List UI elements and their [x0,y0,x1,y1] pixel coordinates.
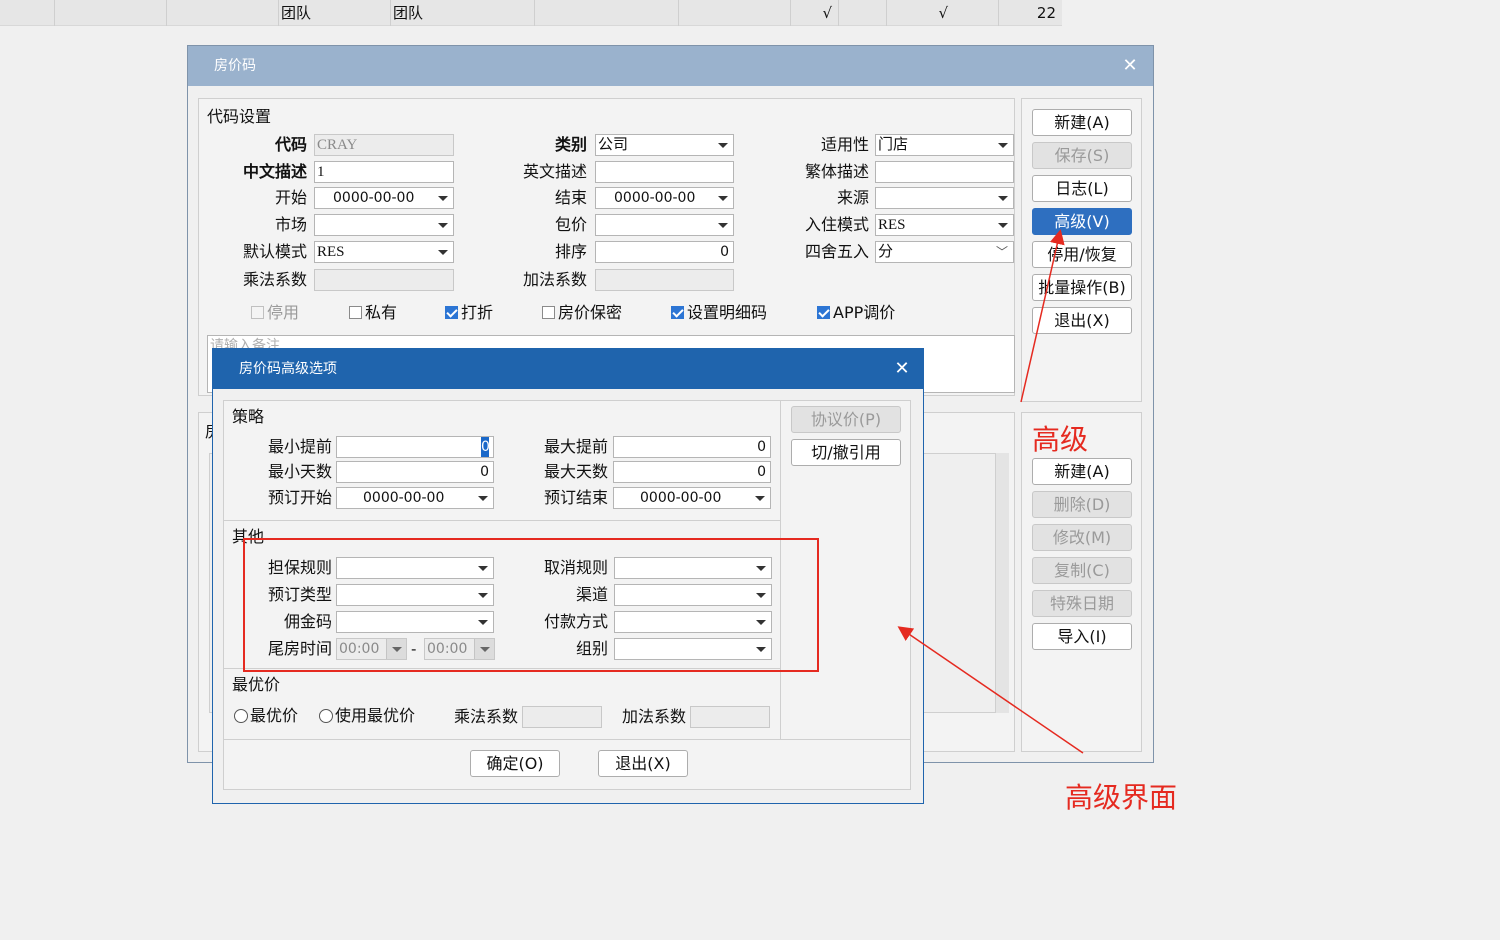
annotation-advanced: 高级 [1032,423,1089,456]
annotation-arrows [897,229,1084,754]
annotation-advanced-ui: 高级界面 [1065,781,1178,814]
arrow-to-advanced-button [1020,229,1065,403]
arrow-to-advanced-dialog [897,626,1084,754]
